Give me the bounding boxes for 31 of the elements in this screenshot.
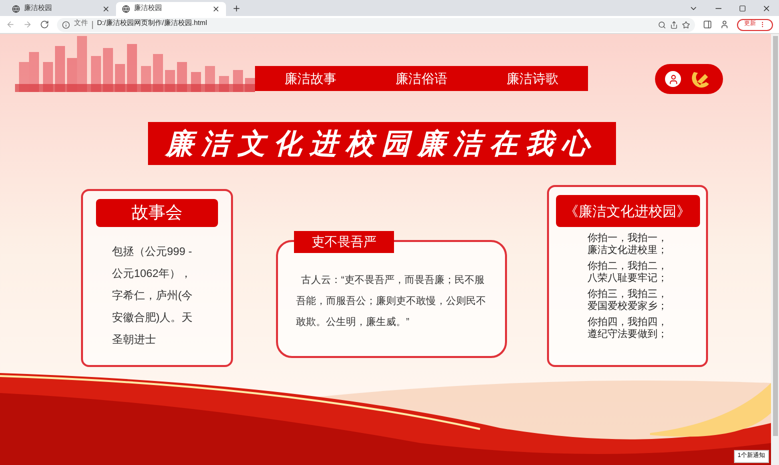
poem-stanza: 你拍三，我拍三， 爱国爱校爱家乡； <box>588 289 668 313</box>
nav-link[interactable]: 廉洁俗语 <box>396 68 448 88</box>
globe-icon <box>12 5 20 13</box>
close-icon[interactable] <box>102 5 110 13</box>
share-icon[interactable] <box>670 20 678 28</box>
star-icon[interactable] <box>682 20 690 28</box>
info-icon <box>62 20 70 28</box>
poem-stanza: 你拍二，我拍二， 八荣八耻要牢记； <box>588 261 668 285</box>
close-window-icon[interactable] <box>762 4 771 13</box>
globe-icon <box>122 5 130 13</box>
card-heading: 故事会 <box>96 199 218 227</box>
chevron-down-icon[interactable] <box>689 4 698 13</box>
menu-icon <box>759 21 766 28</box>
poem-stanza: 你拍四，我拍四， 遵纪守法要做到； <box>588 317 668 341</box>
close-icon[interactable] <box>212 5 220 13</box>
side-panel-icon[interactable] <box>703 20 712 29</box>
page-title: 廉洁文化进校园廉洁在我心 <box>148 122 616 165</box>
story-text: 包拯（公元999 - 公元1062年），字希仁，庐州(今安徽合肥)人。天圣朝进士 <box>112 245 194 348</box>
nav-link[interactable]: 廉洁故事 <box>284 68 336 88</box>
maximize-icon[interactable] <box>739 5 746 12</box>
search-icon[interactable] <box>658 20 666 28</box>
poem-stanza: 你拍一，我拍一， 廉洁文化进校里； <box>588 233 668 257</box>
card-heading: 《廉洁文化进校园》 <box>556 195 700 227</box>
quote-text: 古人云：“吏不畏吾严，而畏吾廉；民不服吾能，而服吾公；廉则吏不敢慢，公则民不敢欺。公生明，廉生威。” <box>296 274 487 330</box>
vertical-scrollbar[interactable] <box>771 34 779 465</box>
nav-link[interactable]: 廉洁诗歌 <box>506 68 558 88</box>
card-heading: 吏不畏吾严 <box>294 231 394 253</box>
reload-icon[interactable] <box>40 20 49 29</box>
new-tab-icon[interactable] <box>232 4 241 13</box>
profile-icon[interactable] <box>720 20 729 29</box>
user-avatar-icon[interactable] <box>665 71 681 87</box>
